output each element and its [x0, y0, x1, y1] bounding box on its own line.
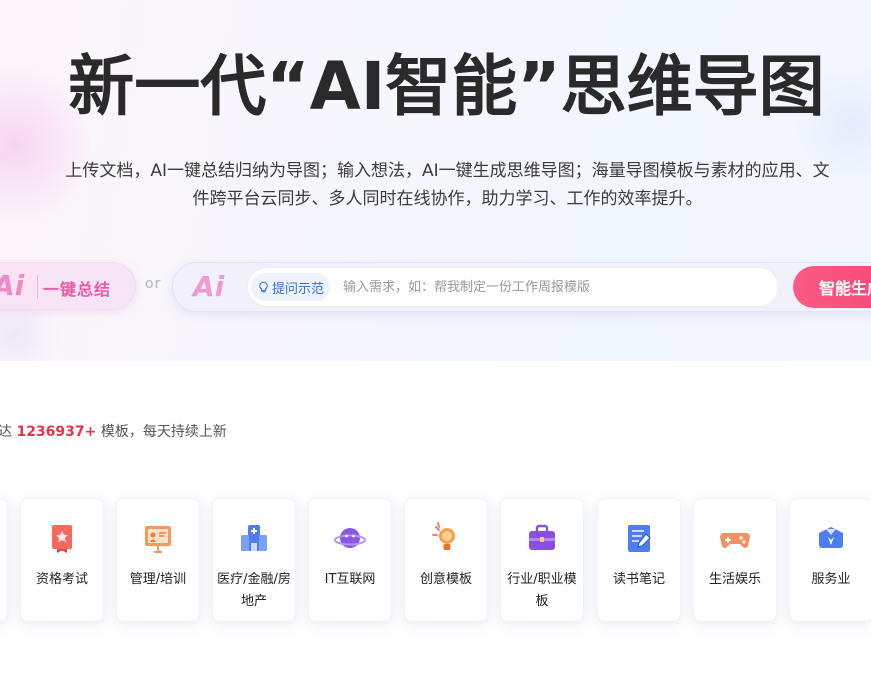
category-label: 管理/培训 — [129, 572, 187, 587]
template-count-number: 1236937+ — [16, 424, 97, 440]
category-label: 医疗/金融/房地产 — [217, 572, 291, 609]
lightbulb-icon — [259, 281, 268, 292]
page-title: 新一代“AI智能”思维导图 — [68, 48, 825, 125]
category-label: IT互联网 — [324, 572, 376, 587]
hero-banner: 新一代“AI智能”思维导图 上传文档，AI一键总结归纳为导图；输入想法，AI一键… — [0, 0, 871, 361]
category-card-industry[interactable]: 行业/职业模板 — [500, 498, 584, 622]
or-separator: or — [145, 276, 162, 292]
category-card-exam[interactable]: 资格考试 — [20, 498, 104, 622]
category-card-management[interactable]: 管理/培训 — [116, 498, 200, 622]
page: 新一代“AI智能”思维导图 上传文档，AI一键总结归纳为导图；输入想法，AI一键… — [0, 0, 871, 675]
category-label: 资格考试 — [35, 572, 88, 587]
template-count: 达 1236937+ 模板，每天持续上新 — [0, 421, 227, 441]
service-icon — [819, 527, 843, 548]
generate-button[interactable]: 智能生成 — [793, 266, 871, 308]
category-card-medical[interactable]: 医疗/金融/房地产 — [212, 498, 296, 622]
category-card-partial[interactable] — [0, 498, 8, 622]
category-card-it[interactable]: IT互联网 — [308, 498, 392, 622]
ai-logo-icon: Ai — [193, 270, 225, 303]
category-card-service[interactable]: 服务业 — [789, 498, 871, 622]
template-count-prefix: 达 — [0, 424, 12, 440]
briefcase-icon — [529, 524, 555, 550]
category-label: 读书笔记 — [612, 572, 665, 587]
ai-generate-bar: Ai 提问示范 智能生成 — [172, 262, 871, 312]
template-count-suffix: 模板，每天持续上新 — [100, 424, 227, 440]
category-label: 服务业 — [811, 572, 851, 587]
category-label: 创意模板 — [419, 572, 472, 587]
example-tip-label: 提问示范 — [272, 281, 325, 297]
prompt-input[interactable] — [343, 274, 763, 300]
ai-logo-icon: Ai — [0, 269, 25, 302]
example-tip-button[interactable]: 提问示范 — [251, 273, 331, 301]
gamepad-icon — [720, 533, 750, 548]
category-card-reading[interactable]: 读书笔记 — [597, 498, 681, 622]
summary-button[interactable]: Ai 一键总结 — [0, 262, 136, 310]
search-field-wrapper: 提问示范 — [247, 267, 779, 307]
notebook-icon — [628, 525, 651, 552]
certificate-icon — [52, 525, 72, 553]
divider — [37, 275, 38, 299]
lightbulb-icon — [432, 522, 455, 550]
category-card-creative[interactable]: 创意模板 — [404, 498, 488, 622]
hero-subtitle: 上传文档，AI一键总结归纳为导图；输入想法，AI一键生成思维导图；海量导图模板与… — [65, 161, 830, 209]
summary-button-label: 一键总结 — [43, 280, 112, 299]
presentation-icon — [145, 526, 171, 553]
category-label: 生活娱乐 — [708, 572, 761, 587]
category-label: 行业/职业模板 — [507, 572, 577, 609]
category-card-lifestyle[interactable]: 生活娱乐 — [693, 498, 777, 622]
planet-icon — [334, 528, 366, 548]
building-icon — [241, 525, 267, 551]
